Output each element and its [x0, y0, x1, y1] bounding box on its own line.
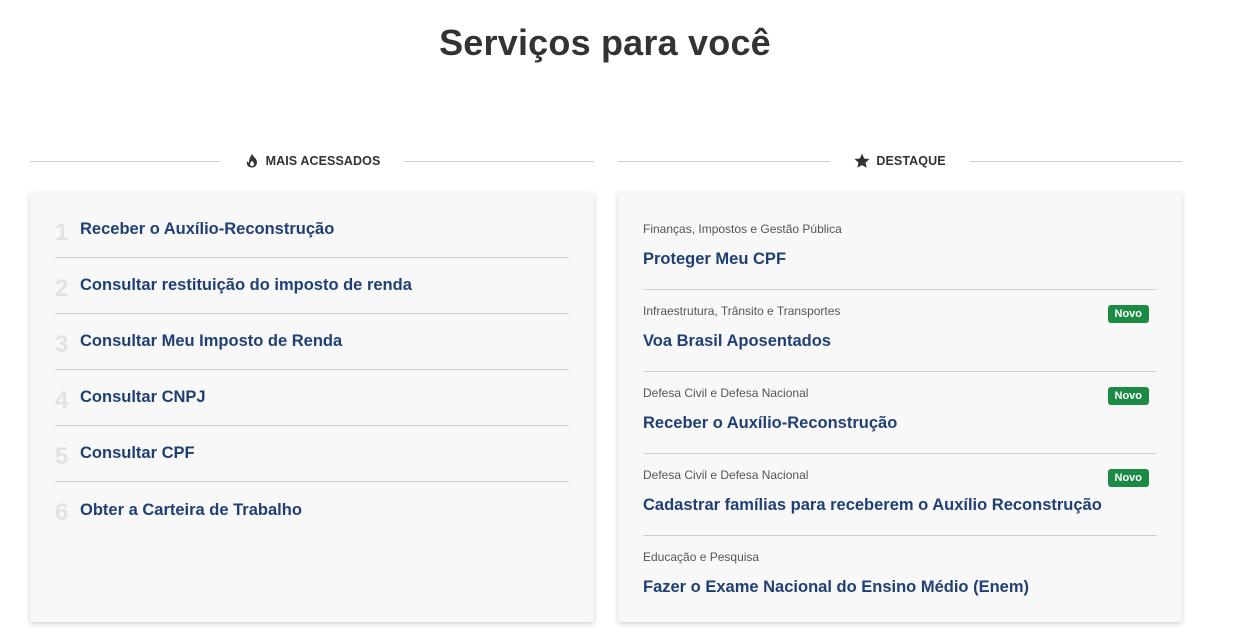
category-label: Educação e Pesquisa	[643, 550, 760, 564]
list-item[interactable]: Educação e Pesquisa Fazer o Exame Nacion…	[643, 536, 1157, 618]
list-item[interactable]: 5 Consultar CPF	[55, 426, 569, 482]
rank-number: 4	[55, 386, 69, 414]
divider	[404, 160, 594, 162]
service-link[interactable]: Receber o Auxílio-Reconstrução	[643, 414, 897, 433]
rank-number: 5	[55, 442, 69, 470]
star-icon	[854, 153, 870, 169]
rank-number: 6	[55, 499, 69, 526]
service-link[interactable]: Proteger Meu CPF	[643, 250, 786, 269]
service-link[interactable]: Cadastrar famílias para receberem o Auxí…	[643, 496, 1102, 515]
page-title: Serviços para você	[439, 22, 771, 63]
featured-card: Finanças, Impostos e Gestão Pública Prot…	[618, 192, 1182, 622]
service-link[interactable]: Voa Brasil Aposentados	[643, 332, 831, 351]
list-item[interactable]: 6 Obter a Carteira de Trabalho	[55, 482, 569, 538]
list-item[interactable]: Defesa Civil e Defesa Nacional Novo Cada…	[643, 454, 1157, 536]
new-badge: Novo	[1107, 469, 1149, 487]
list-item[interactable]: 1 Receber o Auxílio-Reconstrução	[55, 202, 569, 258]
list-item[interactable]: 4 Consultar CNPJ	[55, 370, 569, 426]
divider	[969, 160, 1183, 162]
featured-header: DESTAQUE	[618, 148, 1183, 174]
divider	[618, 160, 831, 162]
divider	[30, 160, 220, 162]
category-label: Defesa Civil e Defesa Nacional	[643, 468, 809, 482]
list-item[interactable]: Finanças, Impostos e Gestão Pública Prot…	[643, 208, 1157, 290]
service-link[interactable]: Obter a Carteira de Trabalho	[80, 501, 302, 520]
service-link[interactable]: Fazer o Exame Nacional do Ensino Médio (…	[643, 578, 1029, 597]
service-link[interactable]: Consultar CNPJ	[80, 388, 206, 407]
new-badge: Novo	[1107, 305, 1149, 323]
service-link[interactable]: Consultar CPF	[80, 444, 195, 463]
service-link[interactable]: Consultar Meu Imposto de Renda	[80, 332, 342, 351]
most-accessed-list: 1 Receber o Auxílio-Reconstrução 2 Consu…	[30, 202, 594, 538]
most-accessed-header: MAIS ACESSADOS	[30, 148, 594, 174]
category-label: Finanças, Impostos e Gestão Pública	[643, 222, 842, 236]
featured-title: DESTAQUE	[876, 154, 946, 168]
list-item[interactable]: 2 Consultar restituição do imposto de re…	[55, 258, 569, 314]
rank-number: 2	[55, 274, 69, 302]
list-item[interactable]: Defesa Civil e Defesa Nacional Novo Rece…	[643, 372, 1157, 454]
most-accessed-card: 1 Receber o Auxílio-Reconstrução 2 Consu…	[30, 192, 594, 622]
category-label: Defesa Civil e Defesa Nacional	[643, 386, 809, 400]
rank-number: 3	[55, 330, 69, 358]
rank-number: 1	[55, 218, 69, 246]
most-accessed-title: MAIS ACESSADOS	[265, 154, 381, 168]
list-item[interactable]: Infraestrutura, Trânsito e Transportes N…	[643, 290, 1157, 372]
service-link[interactable]: Consultar restituição do imposto de rend…	[80, 276, 412, 295]
list-item[interactable]: 3 Consultar Meu Imposto de Renda	[55, 314, 569, 370]
service-link[interactable]: Receber o Auxílio-Reconstrução	[80, 220, 334, 239]
new-badge: Novo	[1107, 387, 1149, 405]
featured-list: Finanças, Impostos e Gestão Pública Prot…	[618, 208, 1182, 618]
category-label: Infraestrutura, Trânsito e Transportes	[643, 304, 841, 318]
fire-icon	[244, 153, 260, 169]
